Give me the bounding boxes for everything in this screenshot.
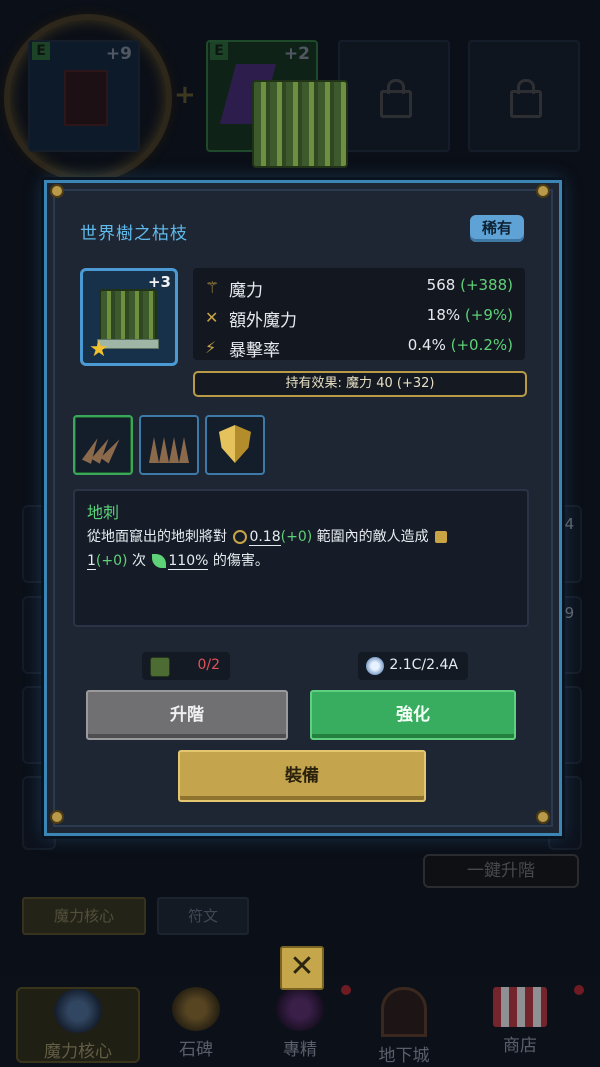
notification-dot — [574, 985, 584, 995]
tab-mana-core[interactable]: 魔力核心 — [22, 897, 146, 935]
plus-icon: + — [174, 80, 196, 110]
earth-spike-skill[interactable] — [73, 415, 133, 475]
nav-mastery[interactable]: 專精 — [240, 987, 360, 1060]
slot-level: +2 — [283, 44, 310, 64]
stele-icon — [172, 987, 220, 1031]
locked-slot-1[interactable] — [338, 40, 450, 152]
skill-description-panel: 地刺 從地面竄出的地刺將對 0.18(+0) 範圍內的敵人造成 1(+0) 次 … — [73, 489, 529, 627]
nav-mana-core[interactable]: 魔力核心 — [16, 987, 140, 1063]
slot-level: +9 — [105, 44, 132, 64]
world-tree-branch-icon — [97, 289, 159, 349]
nav-label: 商店 — [503, 1036, 537, 1056]
golden-shield-skill[interactable] — [205, 415, 265, 475]
frame-corner — [538, 812, 548, 822]
stat-value: 568 (+388) — [426, 276, 513, 294]
magic-wand-icon: ⚚ — [205, 278, 220, 297]
stat-label: 暴擊率 — [229, 341, 280, 361]
mana-core-icon — [54, 989, 102, 1033]
lock-icon — [510, 79, 542, 118]
upgrade-all-button[interactable]: 一鍵升階 — [423, 854, 579, 888]
hit-star-icon — [435, 531, 448, 543]
nav-dungeon[interactable]: 地下城 — [344, 987, 464, 1066]
item-name: 世界樹之枯枝 — [80, 224, 188, 244]
star-icon: ★ — [89, 337, 109, 362]
tab-runes[interactable]: 符文 — [157, 897, 249, 935]
equip-slot-1[interactable]: E +9 — [28, 40, 140, 152]
frame-corner — [52, 186, 62, 196]
ascend-button[interactable]: 升階 — [86, 690, 288, 740]
frame-corner — [52, 812, 62, 822]
lock-icon — [380, 79, 412, 118]
spike-field-skill[interactable] — [139, 415, 199, 475]
nav-shop[interactable]: 商店 — [460, 987, 580, 1059]
slot-tier-badge: E — [32, 42, 50, 60]
leaf-icon — [152, 554, 167, 568]
crystal-icon — [366, 657, 384, 675]
shield-icon — [219, 425, 251, 463]
rarity-badge: 稀有 — [470, 215, 524, 242]
nav-label: 地下城 — [378, 1046, 430, 1066]
material-cost: 0/2 — [142, 652, 230, 680]
radius-icon — [233, 530, 248, 544]
crystal-count: 2.1C/2.4A — [389, 657, 458, 673]
stat-value: 0.4% (+0.2%) — [407, 336, 513, 354]
frame-corner — [538, 186, 548, 196]
crossed-wands-icon: ✕ — [205, 308, 219, 327]
stat-row-crit: ⚡ 暴擊率 0.4% (+0.2%) — [193, 332, 525, 362]
dungeon-icon — [381, 987, 427, 1037]
skill-title: 地刺 — [87, 503, 120, 522]
slot-tier-badge: E — [210, 42, 228, 60]
stat-value: 18% (+9%) — [426, 306, 513, 324]
passive-effect: 持有效果: 魔力 40 (+32) — [193, 371, 527, 397]
crystal-cost: 2.1C/2.4A — [358, 652, 468, 680]
equip-button[interactable]: 裝備 — [178, 750, 426, 802]
dark-book-icon — [64, 70, 108, 126]
item-sprite-icon — [252, 80, 348, 168]
material-book-icon — [150, 657, 170, 677]
stat-label: 魔力 — [229, 281, 263, 301]
shop-icon — [493, 987, 547, 1027]
item-level: +3 — [147, 273, 171, 291]
nav-stele[interactable]: 石碑 — [136, 987, 256, 1060]
locked-slot-2[interactable] — [468, 40, 580, 152]
stat-row-extra-magic: ✕ 額外魔力 18% (+9%) — [193, 302, 525, 332]
enhance-button[interactable]: 強化 — [310, 690, 516, 740]
skill-description: 從地面竄出的地刺將對 0.18(+0) 範圍內的敵人造成 1(+0) 次 110… — [87, 525, 513, 573]
item-portrait: +3 ★ — [80, 268, 178, 366]
mastery-icon — [276, 987, 324, 1031]
crit-wand-icon: ⚡ — [205, 338, 217, 357]
stat-row-magic: ⚚ 魔力 568 (+388) — [193, 272, 525, 302]
close-icon[interactable]: ✕ — [280, 946, 324, 990]
stat-label: 額外魔力 — [229, 311, 297, 331]
stats-panel: ⚚ 魔力 568 (+388) ✕ 額外魔力 18% (+9%) ⚡ 暴擊率 0… — [193, 268, 525, 362]
material-count: 0/2 — [197, 657, 220, 673]
nav-label: 石碑 — [179, 1040, 213, 1060]
nav-label: 專精 — [283, 1040, 317, 1060]
nav-label: 魔力核心 — [44, 1042, 112, 1062]
